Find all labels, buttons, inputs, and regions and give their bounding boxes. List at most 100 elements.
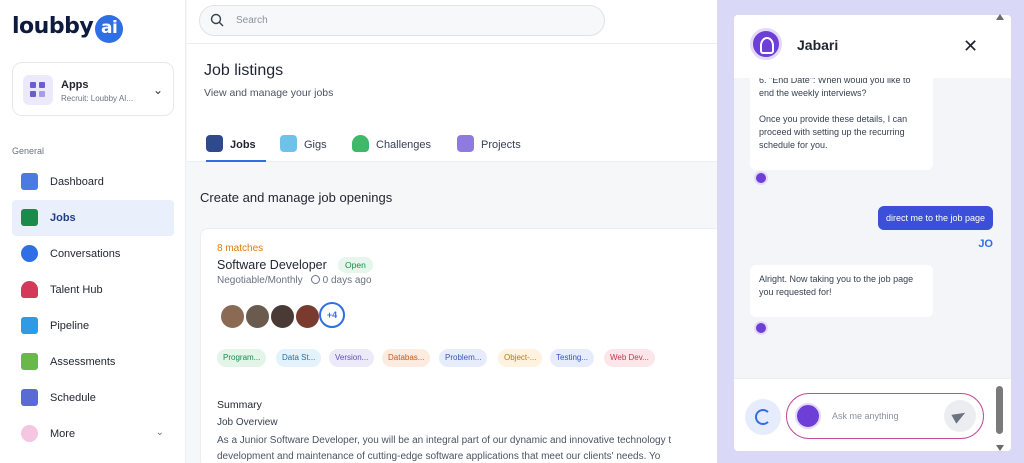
sidebar: loubby ai Apps Recruit: Loubby AI... ⌄ Ge…: [0, 0, 186, 463]
tab-challenges[interactable]: Challenges: [352, 132, 442, 162]
search-icon: [210, 13, 224, 27]
pipeline-icon: [21, 317, 38, 334]
briefcase-icon: [206, 135, 223, 152]
skill-tag: Object-...: [498, 349, 543, 367]
sidebar-item-label: Schedule: [50, 392, 96, 404]
scroll-up-icon[interactable]: [996, 14, 1004, 20]
close-icon[interactable]: ✕: [963, 37, 978, 55]
skill-tag: Testing...: [550, 349, 595, 367]
scroll-down-icon[interactable]: [996, 445, 1004, 451]
app-switcher-title: Apps: [61, 79, 89, 91]
scrollbar[interactable]: [995, 14, 1005, 451]
tab-projects[interactable]: Projects: [457, 132, 533, 162]
chevron-down-icon: ⌄: [152, 83, 163, 97]
chat-panel: Jabari ✕ 6. "End Date": When would you l…: [734, 15, 1011, 451]
sidebar-item-label: Conversations: [50, 248, 121, 260]
tab-label: Jobs: [230, 139, 256, 151]
sidebar-item-pipeline[interactable]: Pipeline: [12, 308, 174, 344]
section-title: Create and manage job openings: [200, 190, 393, 205]
status-badge: Open: [338, 257, 373, 273]
sidebar-item-jobs[interactable]: Jobs: [12, 200, 174, 236]
sidebar-item-conversations[interactable]: Conversations: [12, 236, 174, 272]
tab-label: Gigs: [304, 139, 327, 151]
bot-message: Alright. Now taking you to the job page …: [750, 265, 933, 317]
chat-header: Jabari ✕: [734, 15, 1011, 78]
chevron-down-icon: ⌄: [155, 427, 164, 438]
skill-tag: Web Dev...: [604, 349, 655, 367]
calendar-icon: [21, 389, 38, 406]
tab-gigs[interactable]: Gigs: [280, 132, 336, 162]
chat-overlay: Jabari ✕ 6. "End Date": When would you l…: [717, 0, 1024, 463]
apps-grid-icon: [23, 75, 53, 105]
search-input[interactable]: Search: [199, 5, 605, 36]
clipboard-icon: [21, 353, 38, 370]
skill-tag: Program...: [217, 349, 267, 367]
chat-agent-name: Jabari: [797, 37, 839, 53]
bot-avatar-icon: [795, 403, 821, 429]
more-icon: [21, 425, 38, 442]
more-avatars-count[interactable]: +4: [319, 302, 345, 328]
chat-composer: Ask me anything: [734, 378, 1011, 451]
chat-messages[interactable]: 6. "End Date": When would you like to en…: [734, 78, 1011, 378]
app-switcher[interactable]: Apps Recruit: Loubby AI... ⌄: [12, 62, 174, 116]
job-meta: Negotiable/Monthly 0 days ago: [217, 275, 372, 286]
page-subtitle: View and manage your jobs: [204, 87, 334, 99]
chat-input-placeholder: Ask me anything: [832, 411, 899, 421]
sidebar-item-label: Assessments: [50, 356, 116, 368]
job-title[interactable]: Software Developer: [217, 258, 327, 272]
message-text: Alright. Now taking you to the job page …: [759, 274, 914, 297]
clock-icon: [310, 275, 320, 284]
logo-ai-badge: ai: [95, 15, 124, 43]
top-bar: Search: [187, 0, 717, 44]
briefcase-icon: [21, 209, 38, 226]
main-content: Job listings View and manage your jobs J…: [187, 44, 730, 463]
skill-tag: Version...: [329, 349, 375, 367]
avatar: [269, 303, 296, 330]
send-icon[interactable]: [944, 400, 976, 432]
sidebar-section-label: General: [12, 146, 45, 156]
sidebar-item-dashboard[interactable]: Dashboard: [12, 164, 174, 200]
gig-icon: [280, 135, 297, 152]
description-line: development and maintenance of cutting-e…: [217, 451, 661, 462]
tab-jobs[interactable]: Jobs: [206, 132, 266, 162]
avatar: [244, 303, 271, 330]
chat-input[interactable]: Ask me anything: [786, 393, 984, 439]
search-placeholder: Search: [236, 15, 268, 26]
avatar: [219, 303, 246, 330]
skill-tag: Databas...: [382, 349, 431, 367]
summary-heading: Summary: [217, 399, 262, 411]
sidebar-item-label: More: [50, 428, 76, 440]
sidebar-item-more[interactable]: More ⌄: [12, 416, 174, 452]
bot-avatar-icon: [754, 321, 768, 335]
refresh-icon[interactable]: [745, 399, 781, 435]
tab-label: Challenges: [376, 139, 432, 151]
sidebar-item-schedule[interactable]: Schedule: [12, 380, 174, 416]
skill-tag: Data St...: [276, 349, 322, 367]
bot-avatar-icon: [750, 28, 782, 60]
skill-tag: Problem...: [439, 349, 488, 367]
match-count[interactable]: 8 matches: [217, 243, 263, 254]
sidebar-item-label: Pipeline: [50, 320, 90, 332]
cube-icon: [457, 135, 474, 152]
dashboard-icon: [21, 173, 38, 190]
sidebar-item-label: Jobs: [50, 212, 76, 224]
bot-avatar-icon: [754, 171, 768, 185]
job-description: As a Junior Software Developer, you will…: [217, 433, 717, 463]
sidebar-nav: Dashboard Jobs Conversations Talent Hub …: [12, 164, 174, 452]
user-message: direct me to the job page: [877, 206, 993, 230]
job-card[interactable]: 8 matches Software Developer Open Negoti…: [200, 228, 730, 463]
trophy-icon: [352, 135, 369, 152]
sidebar-item-label: Talent Hub: [50, 284, 103, 296]
sidebar-item-assessments[interactable]: Assessments: [12, 344, 174, 380]
loubby-logo[interactable]: loubby ai: [12, 14, 124, 43]
tab-label: Projects: [481, 139, 521, 151]
sidebar-item-label: Dashboard: [50, 176, 104, 188]
app-switcher-subtitle: Recruit: Loubby AI...: [61, 94, 134, 103]
scrollbar-thumb[interactable]: [996, 386, 1003, 434]
user-initials: JO: [978, 238, 993, 250]
page-header: Job listings View and manage your jobs J…: [187, 44, 717, 162]
description-line: As a Junior Software Developer, you will…: [217, 435, 672, 446]
person-icon: [21, 281, 38, 298]
avatar: [294, 303, 321, 330]
sidebar-item-talent-hub[interactable]: Talent Hub: [12, 272, 174, 308]
